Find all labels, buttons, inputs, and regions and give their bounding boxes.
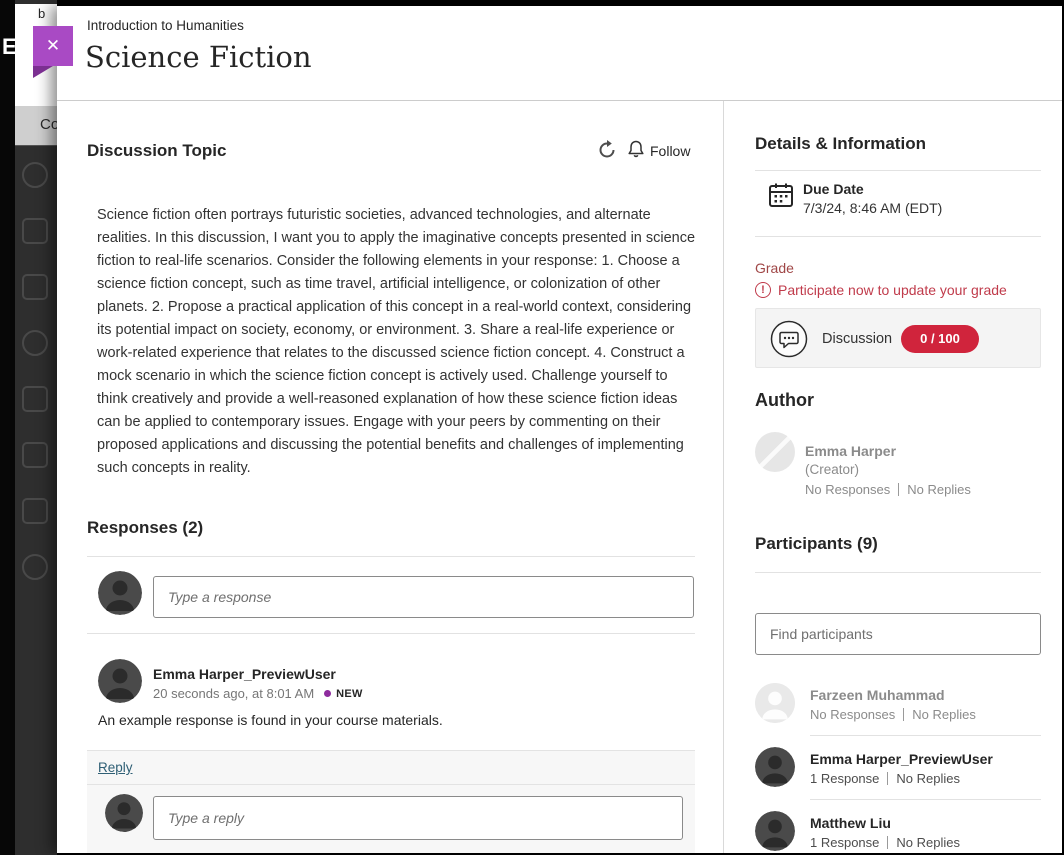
- divider: [810, 799, 1041, 800]
- grade-item-label: Discussion: [822, 331, 892, 347]
- due-date-label: Due Date: [803, 181, 864, 197]
- calendar-icon: [768, 182, 794, 213]
- responses-heading: Responses (2): [87, 518, 203, 538]
- details-heading: Details & Information: [755, 134, 926, 154]
- column-divider: [723, 101, 724, 853]
- grade-card[interactable]: Discussion 0 / 100: [755, 308, 1041, 368]
- find-participants-input[interactable]: [755, 613, 1041, 655]
- discussion-topic-body: Science fiction often portrays futuristi…: [97, 204, 697, 480]
- stat-divider: [887, 772, 888, 785]
- reply-input[interactable]: [153, 796, 683, 840]
- participant-name: Farzeen Muhammad: [810, 687, 945, 703]
- participants-heading: Participants (9): [755, 534, 878, 554]
- participant-replies-count: No Replies: [896, 771, 960, 786]
- underlay-breadcrumb-fragment: b: [38, 6, 45, 21]
- author-role: (Creator): [805, 462, 859, 477]
- stat-divider: [898, 483, 899, 496]
- grade-score-pill: 0 / 100: [901, 325, 979, 353]
- close-button-fold: [33, 66, 53, 78]
- divider: [755, 236, 1041, 237]
- ghost-icon: [22, 330, 48, 356]
- reply-user-avatar: [105, 794, 143, 832]
- course-name: Introduction to Humanities: [87, 18, 244, 33]
- participant-stats: 1 Response No Replies: [810, 835, 960, 850]
- discussion-panel: Introduction to Humanities Science Ficti…: [57, 6, 1062, 853]
- page-title: Science Fiction: [85, 40, 312, 74]
- divider: [810, 735, 1041, 736]
- new-badge: NEW: [336, 688, 363, 700]
- stat-divider: [903, 708, 904, 721]
- participant-responses-count: 1 Response: [810, 835, 879, 850]
- response-author-name: Emma Harper_PreviewUser: [153, 666, 336, 682]
- underlay-tab-content: Co: [15, 106, 57, 146]
- participant-responses-count: No Responses: [810, 707, 895, 722]
- reply-link[interactable]: Reply: [98, 760, 133, 775]
- ghost-icon: [22, 162, 48, 188]
- participant-stats: No Responses No Replies: [810, 707, 976, 722]
- warning-icon: !: [755, 282, 771, 298]
- reply-link-row: Reply: [87, 751, 695, 785]
- participant-avatar: [755, 683, 795, 723]
- refresh-button[interactable]: [597, 140, 617, 163]
- due-date-value: 7/3/24, 8:46 AM (EDT): [803, 200, 942, 216]
- divider: [87, 556, 695, 557]
- response-body: An example response is found in your cou…: [98, 712, 443, 728]
- ghost-icon: [22, 218, 48, 244]
- stat-divider: [887, 836, 888, 849]
- response-input[interactable]: [153, 576, 694, 618]
- author-avatar: [755, 432, 795, 472]
- participant-responses-count: 1 Response: [810, 771, 879, 786]
- participant-avatar: [755, 747, 795, 787]
- response-author-avatar: [98, 659, 142, 703]
- divider: [755, 170, 1041, 171]
- author-responses-count: No Responses: [805, 482, 890, 497]
- screen: E b Co Introduction to Humanities Scienc…: [0, 0, 1064, 855]
- divider: [755, 572, 1041, 573]
- author-name: Emma Harper: [805, 443, 896, 459]
- grade-warning-text: Participate now to update your grade: [778, 282, 1007, 298]
- participant-avatar: [755, 811, 795, 851]
- author-stats: No Responses No Replies: [805, 482, 971, 497]
- follow-button[interactable]: Follow: [628, 140, 690, 161]
- participant-name: Matthew Liu: [810, 815, 891, 831]
- ghost-icon: [22, 498, 48, 524]
- ghost-icon: [22, 386, 48, 412]
- follow-label: Follow: [650, 143, 690, 159]
- bell-icon: [628, 140, 644, 161]
- app-logo-letter: E: [2, 34, 17, 60]
- ghost-icon: [22, 274, 48, 300]
- participant-name: Emma Harper_PreviewUser: [810, 751, 993, 767]
- participant-stats: 1 Response No Replies: [810, 771, 960, 786]
- discussion-topic-heading: Discussion Topic: [87, 141, 227, 161]
- reply-section: Reply: [87, 750, 695, 853]
- ghost-icon: [22, 442, 48, 468]
- response-meta: 20 seconds ago, at 8:01 AM NEW: [153, 686, 363, 701]
- author-replies-count: No Replies: [907, 482, 971, 497]
- underlay-page: b Co: [15, 0, 57, 855]
- close-button[interactable]: ✕: [33, 26, 73, 66]
- ghost-icon: [22, 554, 48, 580]
- discussion-chat-icon: [770, 320, 808, 363]
- current-user-avatar: [98, 571, 142, 615]
- grade-warning: ! Participate now to update your grade: [755, 282, 1007, 298]
- participant-replies-count: No Replies: [912, 707, 976, 722]
- new-indicator-dot: [324, 690, 331, 697]
- author-heading: Author: [755, 390, 814, 411]
- refresh-icon: [597, 140, 617, 163]
- participant-replies-count: No Replies: [896, 835, 960, 850]
- divider: [87, 633, 695, 634]
- grade-label: Grade: [755, 260, 794, 276]
- response-timestamp: 20 seconds ago, at 8:01 AM: [153, 686, 314, 701]
- app-sidebar: [0, 0, 15, 855]
- panel-header: Introduction to Humanities Science Ficti…: [57, 6, 1062, 101]
